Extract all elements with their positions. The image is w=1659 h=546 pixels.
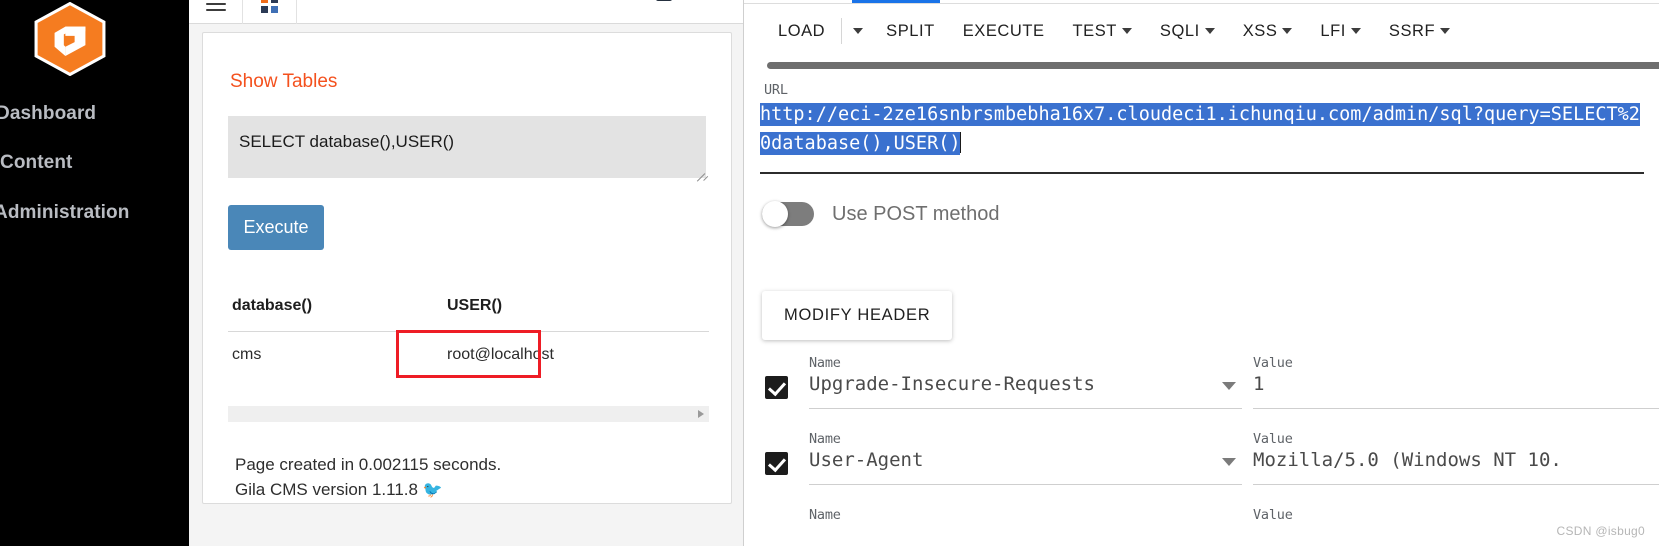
url-field-underline — [760, 172, 1644, 174]
use-post-method-toggle[interactable] — [762, 201, 814, 227]
header-value-input[interactable]: Mozilla/5.0 (Windows NT 10. — [1253, 449, 1659, 471]
chevron-down-icon[interactable] — [1222, 458, 1236, 466]
sidebar-item-label: Dashboard — [0, 103, 97, 124]
cell-user-value: root@localhost — [447, 346, 554, 363]
ssrf-menu-button[interactable]: SSRF — [1375, 16, 1464, 47]
execute-button[interactable]: Execute — [228, 205, 324, 250]
user-menu-label: admin — [677, 0, 718, 3]
xss-menu-button[interactable]: XSS — [1229, 16, 1307, 47]
active-tab-indicator — [852, 0, 940, 3]
header-enabled-checkbox[interactable] — [765, 452, 788, 475]
show-tables-link[interactable]: Show Tables — [230, 71, 337, 93]
sqli-menu-button[interactable]: SQLI — [1146, 16, 1229, 47]
header-value-label: Value — [1253, 507, 1293, 523]
execute-label: EXECUTE — [962, 21, 1045, 40]
lfi-menu-button[interactable]: LFI — [1306, 16, 1375, 47]
screenshot-root: Dashboard Content Administration Show Ta… — [0, 0, 1659, 546]
cms-topbar: admin — [189, 0, 743, 24]
chevron-down-icon — [1282, 28, 1293, 34]
post-method-row[interactable]: Use POST method — [762, 201, 1000, 227]
load-dropdown-button[interactable] — [844, 22, 872, 40]
header-value-input[interactable]: 1 — [1253, 373, 1659, 395]
load-label: LOAD — [778, 21, 826, 40]
field-underline — [1253, 484, 1659, 485]
url-field-label: URL — [764, 82, 788, 98]
gila-cms-pane: Dashboard Content Administration Show Ta… — [0, 0, 743, 546]
header-name-input[interactable]: User-Agent — [809, 449, 923, 471]
modify-header-button[interactable]: MODIFY HEADER — [762, 291, 953, 340]
chevron-down-icon — [1440, 28, 1451, 34]
chevron-down-icon — [1350, 28, 1361, 34]
sql-console-card: Show Tables Execute database() USER() — [202, 32, 732, 504]
url-input[interactable]: http://eci-2ze16snbrsmbebha16x7.cloudeci… — [760, 100, 1644, 158]
chevron-down-icon — [853, 28, 864, 34]
table-horizontal-scrollbar[interactable] — [228, 406, 709, 422]
test-label: TEST — [1072, 21, 1117, 40]
toggle-knob — [762, 201, 788, 227]
toolbar-horizontal-scrollbar[interactable] — [767, 62, 1659, 69]
chevron-down-icon — [1121, 28, 1132, 34]
lfi-label: LFI — [1320, 21, 1346, 40]
headers-list: Name Upgrade-Insecure-Requests Value 1 N… — [744, 342, 1659, 546]
sidebar-item-label: Administration — [0, 202, 130, 223]
text-cursor — [960, 132, 962, 153]
sidebar-item-content[interactable]: Content — [0, 152, 72, 174]
hamburger-icon — [205, 0, 226, 11]
header-name-input[interactable]: Upgrade-Insecure-Requests — [809, 373, 1095, 395]
column-header-user: USER() — [443, 297, 709, 332]
cell-database-value: cms — [232, 346, 262, 363]
split-button[interactable]: SPLIT — [872, 16, 949, 47]
twitter-bird-icon[interactable]: 🐦 — [423, 482, 443, 499]
header-enabled-checkbox[interactable] — [765, 376, 788, 399]
header-value-label: Value — [1253, 431, 1293, 447]
header-row: Name User-Agent Value Mozilla/5.0 (Windo… — [744, 418, 1659, 494]
page-timing-text: Page created in 0.002115 seconds. — [235, 455, 502, 474]
header-name-label: Name — [809, 355, 841, 371]
table-header-row: database() USER() — [228, 297, 709, 332]
hackbar-toolbar: LOAD SPLIT EXECUTE TEST SQLI XSS LFI SSR… — [744, 5, 1659, 57]
ssrf-label: SSRF — [1388, 21, 1436, 40]
version-text: Gila CMS version 1.11.8 — [235, 479, 418, 499]
menu-toggle-button[interactable] — [189, 0, 243, 24]
sidebar-item-label: Content — [0, 152, 73, 173]
hackbar-tabstrip — [744, 0, 1659, 4]
header-name-label: Name — [809, 507, 841, 523]
avatar — [656, 0, 673, 1]
cms-main: admin Show Tables Execute database() USE… — [189, 0, 743, 546]
sidebar-item-dashboard[interactable]: Dashboard — [0, 103, 96, 125]
sidebar: Dashboard Content Administration — [0, 0, 189, 546]
toolbar-divider — [841, 18, 843, 44]
sqli-label: SQLI — [1159, 21, 1200, 40]
header-value-label: Value — [1253, 355, 1293, 371]
apps-button[interactable] — [243, 0, 297, 24]
field-underline — [809, 408, 1242, 409]
field-underline — [809, 484, 1242, 485]
hackbar-pane: LOAD SPLIT EXECUTE TEST SQLI XSS LFI SSR… — [743, 0, 1659, 546]
page-footer: Page created in 0.002115 seconds. Gila C… — [235, 453, 501, 502]
watermark-text: CSDN @isbug0 — [1556, 524, 1645, 538]
field-underline — [1253, 408, 1659, 409]
scroll-right-arrow-icon[interactable] — [698, 410, 704, 418]
gila-logo-icon — [28, 1, 112, 77]
chevron-down-icon[interactable] — [1222, 382, 1236, 390]
url-selected-text: http://eci-2ze16snbrsmbebha16x7.cloudeci… — [760, 103, 1640, 155]
version-line: Gila CMS version 1.11.8 🐦 — [235, 478, 501, 503]
xss-label: XSS — [1242, 21, 1278, 40]
split-label: SPLIT — [886, 21, 935, 40]
sidebar-item-administration[interactable]: Administration — [0, 202, 129, 224]
load-button[interactable]: LOAD — [764, 16, 839, 47]
results-table: database() USER() cms root@localhost — [228, 297, 709, 378]
header-name-label: Name — [809, 431, 841, 447]
header-row: Name Upgrade-Insecure-Requests Value 1 — [744, 342, 1659, 418]
header-row: Name Value — [744, 494, 1659, 546]
sql-query-input[interactable] — [228, 116, 706, 178]
column-header-database: database() — [228, 297, 443, 332]
grid-icon — [260, 0, 279, 13]
chevron-down-icon — [1204, 28, 1215, 34]
execute-button[interactable]: EXECUTE — [949, 16, 1059, 47]
user-menu[interactable]: admin — [656, 0, 731, 3]
table-row: cms root@localhost — [228, 332, 709, 379]
use-post-method-label: Use POST method — [832, 202, 1000, 225]
test-menu-button[interactable]: TEST — [1059, 16, 1146, 47]
